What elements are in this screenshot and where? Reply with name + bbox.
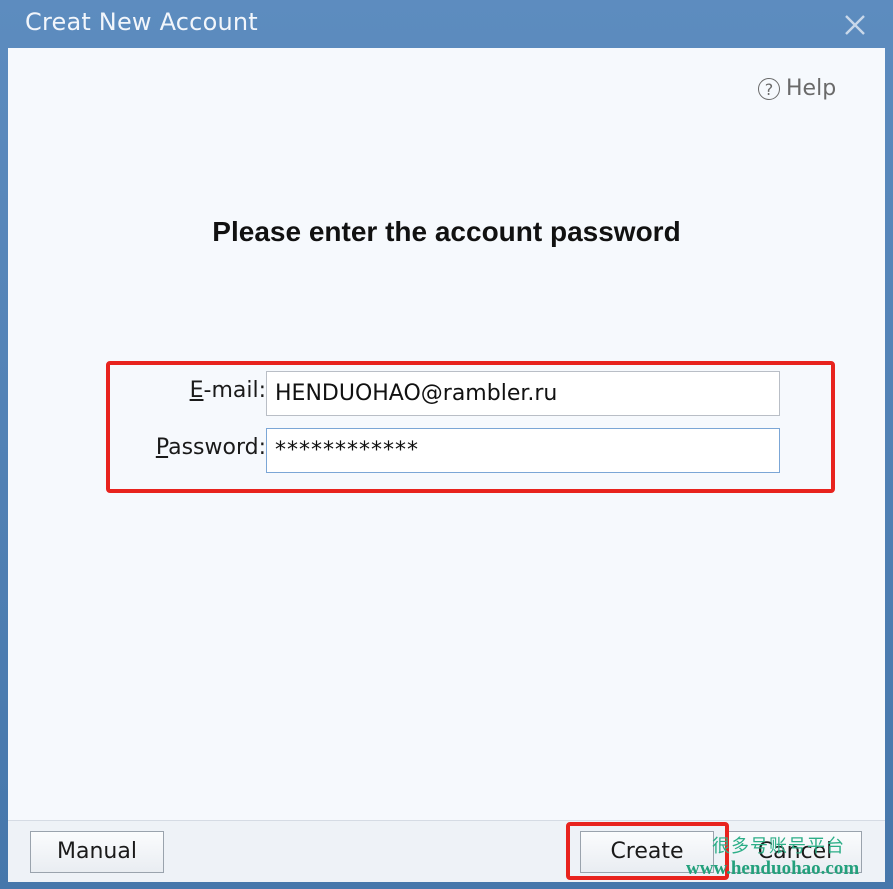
password-label-text: assword: [168,435,266,460]
cancel-button[interactable]: Cancel [728,831,862,873]
help-link[interactable]: ? Help [758,76,836,101]
window-title: Creat New Account [25,8,258,36]
question-circle-icon: ? [758,77,780,100]
title-bar[interactable]: Creat New Account [0,0,893,48]
password-label-mnemonic: P [155,435,169,460]
password-field[interactable]: ************ [266,428,780,473]
help-label: Help [786,76,837,101]
email-label: E-mail: [106,378,266,403]
close-icon [845,15,865,35]
manual-button[interactable]: Manual [30,831,164,873]
email-field[interactable]: HENDUOHAO@rambler.ru [266,371,780,416]
email-label-text: -mail: [203,378,267,403]
password-label: Password: [106,435,266,460]
page-heading: Please enter the account password [212,216,681,247]
close-button[interactable] [838,8,872,42]
dialog-window: Creat New Account ? Help Please enter th… [0,0,893,889]
create-button[interactable]: Create [580,831,714,873]
email-label-mnemonic: E [189,378,204,403]
